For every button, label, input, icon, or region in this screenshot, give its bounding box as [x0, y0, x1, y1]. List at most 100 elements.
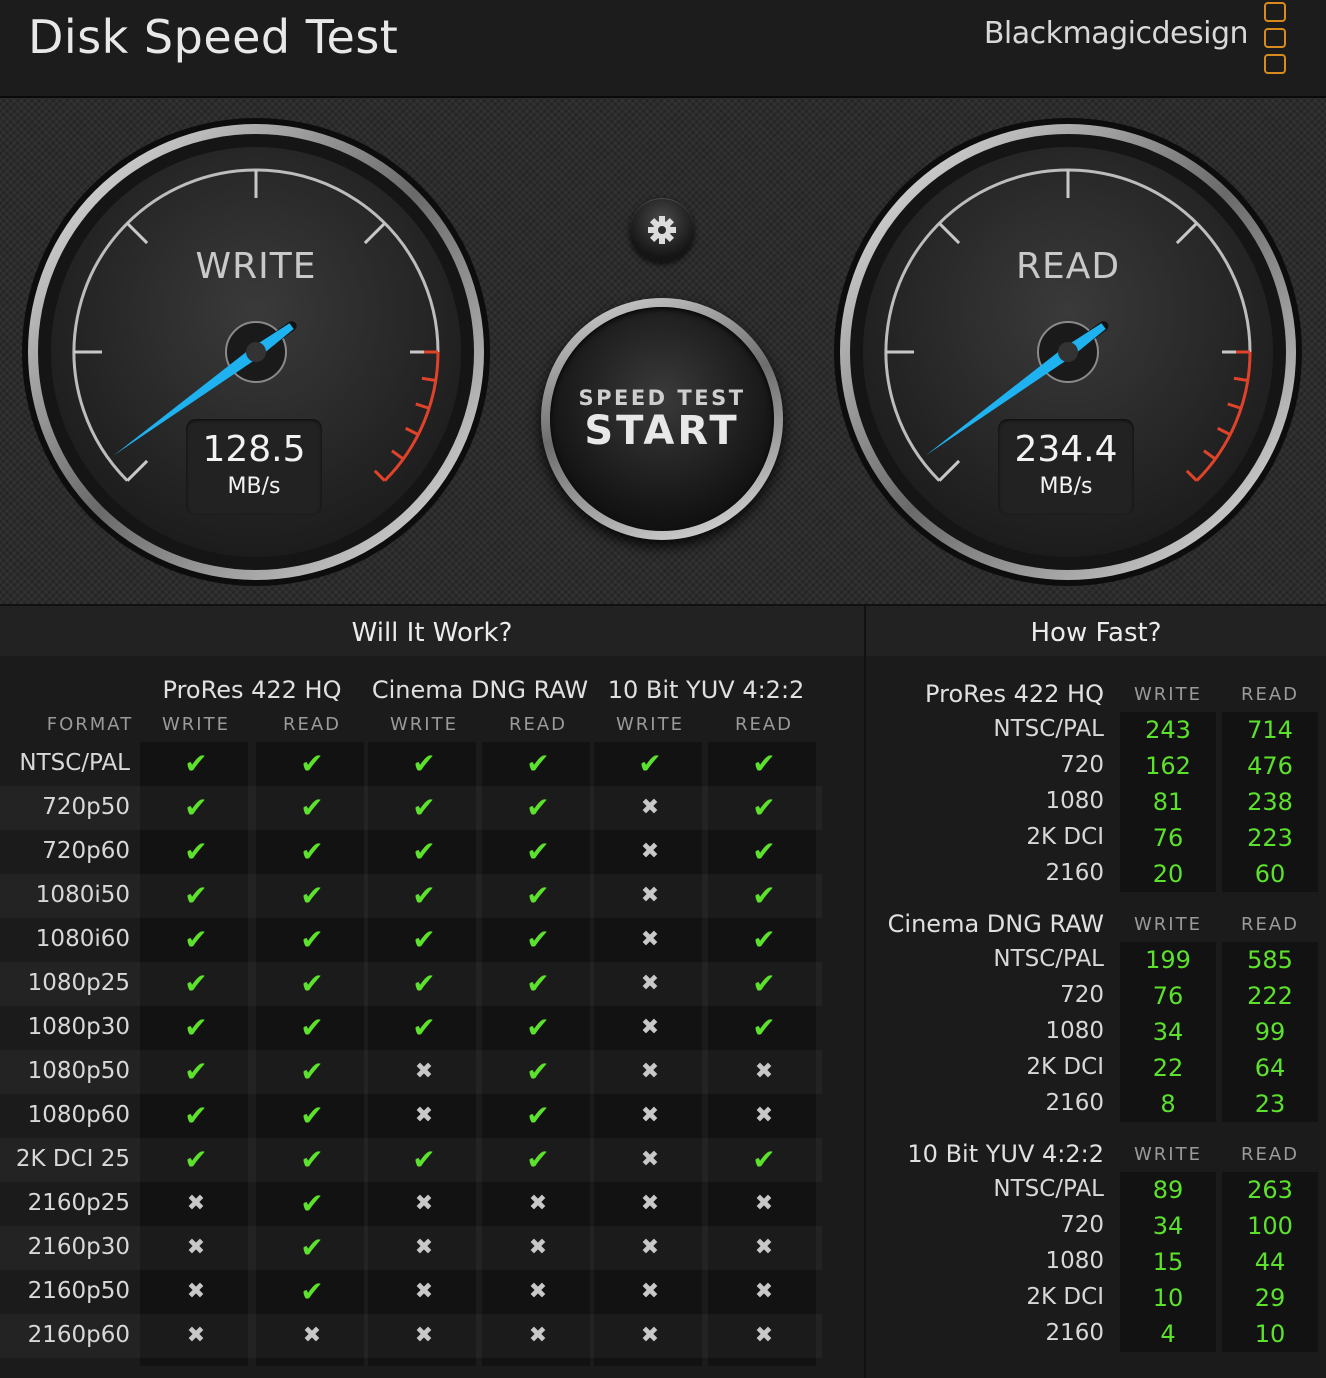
- read-fps-value: 100: [1247, 1212, 1293, 1240]
- cross-icon: ✖: [302, 1323, 322, 1348]
- read-fps-value: 60: [1254, 860, 1286, 888]
- brand-name: Blackmagicdesign: [983, 16, 1249, 51]
- cross-icon: ✖: [754, 1235, 774, 1260]
- gear-icon: [648, 216, 676, 244]
- check-icon: ✔: [526, 1055, 550, 1088]
- speed-group-header: ProRes 422 HQ: [925, 680, 1104, 708]
- column-subheader: READ: [282, 714, 342, 735]
- start-button-label: START: [584, 408, 740, 454]
- format-row-label: 1080p60: [27, 1102, 130, 1128]
- cross-icon: ✖: [640, 1147, 660, 1172]
- read-speed-unit: MB/s: [1039, 474, 1093, 499]
- speed-test-start-button[interactable]: SPEED TEST START: [541, 298, 783, 540]
- check-icon: ✔: [184, 747, 208, 780]
- speed-group-header: Cinema DNG RAW: [887, 910, 1104, 938]
- check-icon: ✔: [184, 923, 208, 956]
- cross-icon: ✖: [754, 1103, 774, 1128]
- cross-icon: ✖: [640, 795, 660, 820]
- check-icon: ✔: [184, 1011, 208, 1044]
- settings-button[interactable]: [630, 198, 694, 262]
- column-subheader: READ: [734, 714, 794, 735]
- check-icon: ✔: [300, 1011, 324, 1044]
- check-icon: ✔: [412, 835, 436, 868]
- read-readout: 234.4 MB/s: [998, 419, 1134, 515]
- write-gauge: WRITE 128.5 MB/s: [20, 116, 492, 588]
- resolution-label: 2K DCI: [1026, 1284, 1104, 1310]
- check-icon: ✔: [752, 791, 776, 824]
- write-fps-value: 89: [1152, 1176, 1184, 1204]
- read-fps-value: 223: [1247, 824, 1293, 852]
- check-icon: ✔: [412, 747, 436, 780]
- write-fps-value: 81: [1152, 788, 1184, 816]
- check-icon: ✔: [300, 1187, 324, 1220]
- speed-subheader: READ: [1240, 1144, 1300, 1165]
- check-icon: ✔: [184, 1099, 208, 1132]
- read-fps-value: 585: [1247, 946, 1293, 974]
- resolution-label: 720: [1060, 982, 1104, 1008]
- speed-subheader: WRITE: [1134, 1144, 1202, 1165]
- write-fps-value: 15: [1152, 1248, 1184, 1276]
- check-icon: ✔: [412, 1143, 436, 1176]
- check-icon: ✔: [752, 1011, 776, 1044]
- check-icon: ✔: [526, 1143, 550, 1176]
- check-icon: ✔: [526, 1099, 550, 1132]
- check-icon: ✔: [752, 879, 776, 912]
- check-icon: ✔: [526, 923, 550, 956]
- cross-icon: ✖: [186, 1323, 206, 1348]
- read-fps-value: 99: [1254, 1018, 1286, 1046]
- cross-icon: ✖: [640, 1103, 660, 1128]
- write-fps-value: 76: [1152, 824, 1184, 852]
- cross-icon: ✖: [640, 1323, 660, 1348]
- resolution-label: 1080: [1045, 1018, 1104, 1044]
- check-icon: ✔: [300, 923, 324, 956]
- cross-icon: ✖: [640, 1279, 660, 1304]
- format-row-label: 1080p50: [27, 1058, 130, 1084]
- read-fps-value: 222: [1247, 982, 1293, 1010]
- check-icon: ✔: [300, 967, 324, 1000]
- write-fps-value: 8: [1160, 1090, 1176, 1118]
- check-icon: ✔: [184, 879, 208, 912]
- check-icon: ✔: [184, 967, 208, 1000]
- read-gauge-label: READ: [1015, 246, 1121, 287]
- check-icon: ✔: [412, 923, 436, 956]
- cross-icon: ✖: [640, 1059, 660, 1084]
- check-icon: ✔: [526, 791, 550, 824]
- check-icon: ✔: [412, 967, 436, 1000]
- speed-subheader: READ: [1240, 684, 1300, 705]
- check-icon: ✔: [184, 835, 208, 868]
- read-fps-value: 714: [1247, 716, 1293, 744]
- start-button-caption: SPEED TEST: [578, 386, 746, 410]
- column-subheader: WRITE: [616, 714, 684, 735]
- resolution-label: NTSC/PAL: [993, 716, 1104, 742]
- cross-icon: ✖: [414, 1323, 434, 1348]
- read-fps-value: 476: [1247, 752, 1293, 780]
- write-fps-value: 20: [1152, 860, 1184, 888]
- read-fps-value: 29: [1254, 1284, 1286, 1312]
- app-title: Disk Speed Test: [28, 10, 399, 64]
- column-subheader: WRITE: [162, 714, 230, 735]
- check-icon: ✔: [752, 923, 776, 956]
- check-icon: ✔: [526, 835, 550, 868]
- check-icon: ✔: [526, 747, 550, 780]
- cross-icon: ✖: [186, 1191, 206, 1216]
- check-icon: ✔: [300, 1055, 324, 1088]
- read-fps-value: 10: [1254, 1320, 1286, 1348]
- cross-icon: ✖: [528, 1191, 548, 1216]
- check-icon: ✔: [300, 791, 324, 824]
- check-icon: ✔: [300, 1143, 324, 1176]
- speed-subheader: READ: [1240, 914, 1300, 935]
- resolution-label: 2160: [1045, 1320, 1104, 1346]
- format-group-header: 10 Bit YUV 4:2:2: [607, 676, 805, 704]
- cross-icon: ✖: [528, 1323, 548, 1348]
- check-icon: ✔: [184, 791, 208, 824]
- cross-icon: ✖: [640, 1191, 660, 1216]
- check-icon: ✔: [412, 791, 436, 824]
- column-subheader: WRITE: [390, 714, 458, 735]
- write-fps-value: 34: [1152, 1018, 1184, 1046]
- cross-icon: ✖: [414, 1191, 434, 1216]
- cross-icon: ✖: [186, 1279, 206, 1304]
- write-fps-value: 243: [1145, 716, 1191, 744]
- cross-icon: ✖: [640, 883, 660, 908]
- check-icon: ✔: [300, 1231, 324, 1264]
- cross-icon: ✖: [640, 971, 660, 996]
